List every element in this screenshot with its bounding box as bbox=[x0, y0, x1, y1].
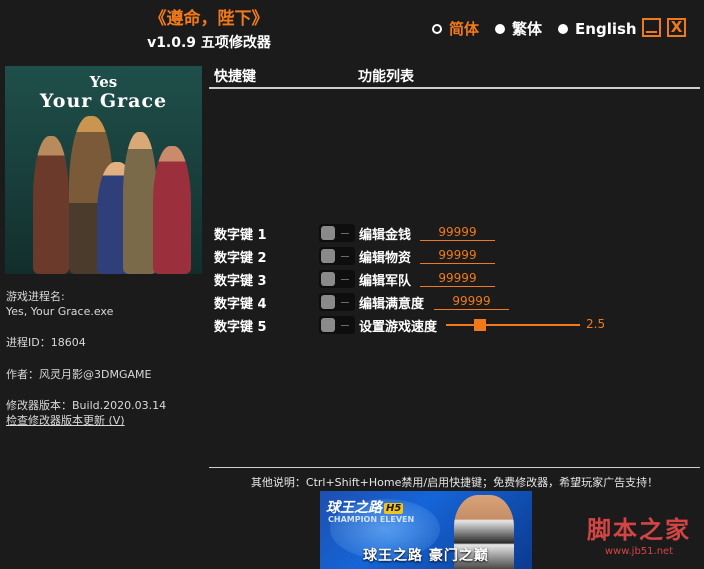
site-watermark: 脚本之家 www.jb51.net bbox=[578, 510, 700, 557]
game-cover-image: Yes Your Grace bbox=[5, 66, 202, 274]
cover-figure bbox=[33, 136, 69, 274]
cheat-toggle[interactable] bbox=[319, 270, 355, 288]
banner-title: 球王之路 H5 bbox=[326, 497, 404, 517]
toggle-knob bbox=[321, 318, 335, 332]
radio-icon bbox=[495, 23, 506, 34]
toggle-knob bbox=[321, 249, 335, 263]
hotkey-label: 数字键 3 bbox=[214, 274, 267, 289]
cheat-row: 数字键 2 编辑物资 99999 bbox=[214, 246, 694, 266]
footer-notice: 其他说明：Ctrl+Shift+Home禁用/启用快捷键；免费修改器，希望玩家广… bbox=[250, 476, 659, 489]
cheat-toggle[interactable] bbox=[319, 247, 355, 265]
toggle-track-mark bbox=[341, 279, 349, 280]
function-label: 编辑金钱 bbox=[359, 228, 412, 243]
close-icon: X bbox=[670, 18, 683, 36]
banner-badge: H5 bbox=[384, 502, 404, 514]
close-button[interactable]: X bbox=[667, 18, 686, 37]
cheat-row: 数字键 4 编辑满意度 99999 bbox=[214, 292, 694, 312]
watermark-url: www.jb51.net bbox=[604, 546, 674, 557]
slider-value: 2.5 bbox=[586, 317, 606, 331]
value-input[interactable]: 99999 bbox=[434, 293, 509, 310]
slider-thumb[interactable] bbox=[474, 319, 486, 331]
footer-divider bbox=[209, 467, 700, 468]
check-update-link[interactable]: 检查修改器版本更新 (V) bbox=[6, 413, 125, 428]
function-label: 编辑军队 bbox=[359, 274, 412, 289]
banner-subtitle: CHAMPION ELEVEN bbox=[328, 515, 415, 524]
banner-slogan: 球王之路 豪门之巅 bbox=[363, 548, 489, 564]
function-label: 设置游戏速度 bbox=[359, 320, 438, 335]
language-selector: 简体 繁体 English bbox=[432, 18, 653, 39]
hotkey-column-header: 快捷键 bbox=[214, 69, 256, 85]
function-column-header: 功能列表 bbox=[358, 69, 414, 85]
radio-selected-icon bbox=[432, 23, 442, 34]
value-input[interactable]: 99999 bbox=[420, 270, 495, 287]
cheat-row: 数字键 3 编辑军队 99999 bbox=[214, 269, 694, 289]
lang-label: 繁体 bbox=[512, 20, 543, 38]
cover-figure bbox=[153, 146, 191, 274]
title-block: 《遵命，陛下》 v1.0.9 五项修改器 bbox=[0, 8, 418, 53]
value-input[interactable]: 99999 bbox=[420, 224, 495, 241]
cheat-row: 数字键 5 设置游戏速度 2.5 bbox=[214, 315, 694, 335]
function-label: 编辑满意度 bbox=[359, 297, 425, 312]
hotkey-label: 数字键 1 bbox=[214, 228, 267, 243]
toggle-knob bbox=[321, 272, 335, 286]
lang-label: English bbox=[575, 19, 637, 38]
lang-option-english[interactable]: English bbox=[558, 20, 637, 38]
lang-option-traditional[interactable]: 繁体 bbox=[495, 18, 542, 39]
cover-logo-line2: Your Grace bbox=[39, 90, 168, 112]
minimize-button[interactable] bbox=[642, 18, 661, 37]
toggle-track-mark bbox=[341, 256, 349, 257]
process-label: 游戏进程名: bbox=[6, 290, 65, 303]
function-label: 编辑物资 bbox=[359, 251, 412, 266]
cover-logo-line1: Yes bbox=[89, 73, 118, 91]
game-speed-slider[interactable] bbox=[446, 319, 580, 331]
cover-logo: Yes Your Grace bbox=[5, 74, 202, 112]
banner-title-text: 球王之路 bbox=[326, 500, 382, 516]
game-title: 《遵命，陛下》 bbox=[149, 9, 269, 29]
cheat-toggle[interactable] bbox=[319, 316, 355, 334]
cheat-toggle[interactable] bbox=[319, 293, 355, 311]
lang-option-simplified[interactable]: 简体 bbox=[432, 18, 479, 39]
toggle-track-mark bbox=[341, 325, 349, 326]
build-label: 修改器版本：Build.2020.03.14 bbox=[6, 399, 167, 412]
toggle-knob bbox=[321, 226, 335, 240]
toggle-track-mark bbox=[341, 302, 349, 303]
pid-label: 进程ID：18604 bbox=[6, 336, 86, 349]
hotkey-label: 数字键 2 bbox=[214, 251, 267, 266]
lang-label: 简体 bbox=[449, 20, 480, 38]
radio-icon bbox=[558, 23, 569, 34]
cheat-row: 数字键 1 编辑金钱 99999 bbox=[214, 223, 694, 243]
watermark-text: 脚本之家 bbox=[587, 516, 691, 544]
process-name: Yes, Your Grace.exe bbox=[6, 305, 114, 318]
author-label: 作者：风灵月影@3DMGAME bbox=[6, 368, 152, 381]
cover-figure bbox=[123, 132, 157, 274]
cheat-toggle[interactable] bbox=[319, 224, 355, 242]
hotkey-label: 数字键 5 bbox=[214, 320, 267, 335]
toggle-knob bbox=[321, 295, 335, 309]
toggle-track-mark bbox=[341, 233, 349, 234]
version-label: v1.0.9 五项修改器 bbox=[147, 35, 271, 51]
value-input[interactable]: 99999 bbox=[420, 247, 495, 264]
hotkey-label: 数字键 4 bbox=[214, 297, 267, 312]
header-divider bbox=[209, 87, 700, 89]
ad-banner[interactable]: 球王之路 H5 CHAMPION ELEVEN 球王之路 豪门之巅 bbox=[320, 491, 532, 569]
